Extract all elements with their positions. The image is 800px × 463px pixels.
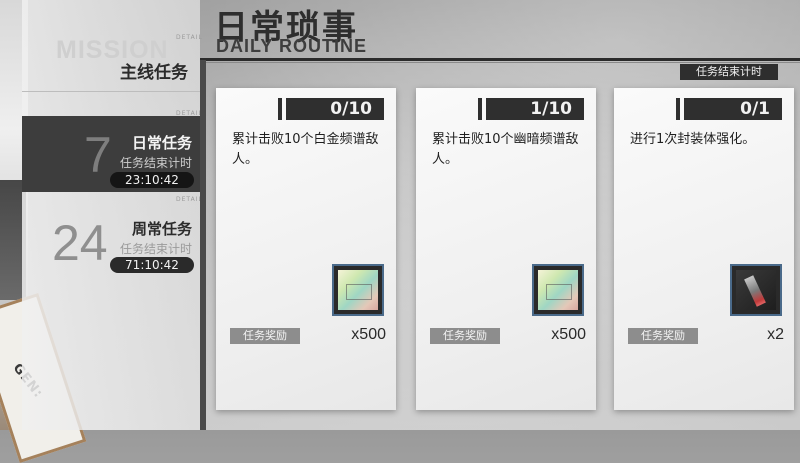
reward-quantity: x500 bbox=[551, 326, 586, 343]
reward-quantity: x500 bbox=[351, 326, 386, 343]
mission-progress: 0/10 bbox=[278, 98, 384, 120]
content-edge bbox=[200, 60, 206, 430]
sidebar-item-daily-label: 日常任务 bbox=[131, 134, 192, 152]
sidebar-item-weekly-label: 周常任务 bbox=[131, 220, 192, 238]
daily-timer-label: 任务结束计时 bbox=[119, 156, 192, 170]
weekly-timer: 71:10:42 bbox=[110, 257, 194, 273]
mission-end-timer-label: 任务结束计时 bbox=[680, 64, 778, 80]
reward-quantity: x2 bbox=[767, 326, 784, 343]
sidebar-item-main[interactable]: 主线任务 bbox=[22, 52, 200, 92]
mission-description: 累计击败10个白金频谱敌人。 bbox=[232, 132, 379, 167]
mission-card[interactable]: 0/10 累计击败10个白金频谱敌人。 任务奖励 x500 bbox=[216, 88, 396, 410]
module-icon[interactable] bbox=[730, 264, 782, 316]
mission-progress: 0/1 bbox=[676, 98, 782, 120]
weekly-count: 24 bbox=[52, 215, 108, 271]
mission-description: 累计击败10个幽暗频谱敌人。 bbox=[432, 132, 579, 167]
sidebar-item-daily[interactable]: 7 日常任务 任务结束计时 23:10:42 bbox=[22, 116, 200, 192]
header-divider-thin bbox=[200, 62, 800, 63]
page-subtitle: DAILY ROUTINE bbox=[216, 36, 368, 56]
reward-label: 任务奖励 bbox=[230, 328, 300, 344]
daily-count: 7 bbox=[84, 127, 112, 183]
mission-card[interactable]: 1/10 累计击败10个幽暗频谱敌人。 任务奖励 x500 bbox=[416, 88, 596, 410]
divider bbox=[22, 91, 200, 92]
daily-timer: 23:10:42 bbox=[110, 172, 194, 188]
reward-label: 任务奖励 bbox=[628, 328, 698, 344]
detail-tag: DETAIL bbox=[176, 34, 203, 41]
reward-label: 任务奖励 bbox=[430, 328, 500, 344]
mission-progress: 1/10 bbox=[478, 98, 584, 120]
ticket-icon[interactable] bbox=[532, 264, 584, 316]
header-divider bbox=[200, 58, 800, 61]
sidebar-item-main-label: 主线任务 bbox=[120, 63, 188, 83]
mission-card[interactable]: 0/1 进行1次封装体强化。 任务奖励 x2 bbox=[614, 88, 794, 410]
ticket-icon[interactable] bbox=[332, 264, 384, 316]
mission-description: 进行1次封装体强化。 bbox=[630, 132, 756, 147]
sidebar-item-weekly[interactable]: 24 周常任务 任务结束计时 71:10:42 bbox=[22, 200, 200, 280]
weekly-timer-label: 任务结束计时 bbox=[119, 242, 192, 256]
